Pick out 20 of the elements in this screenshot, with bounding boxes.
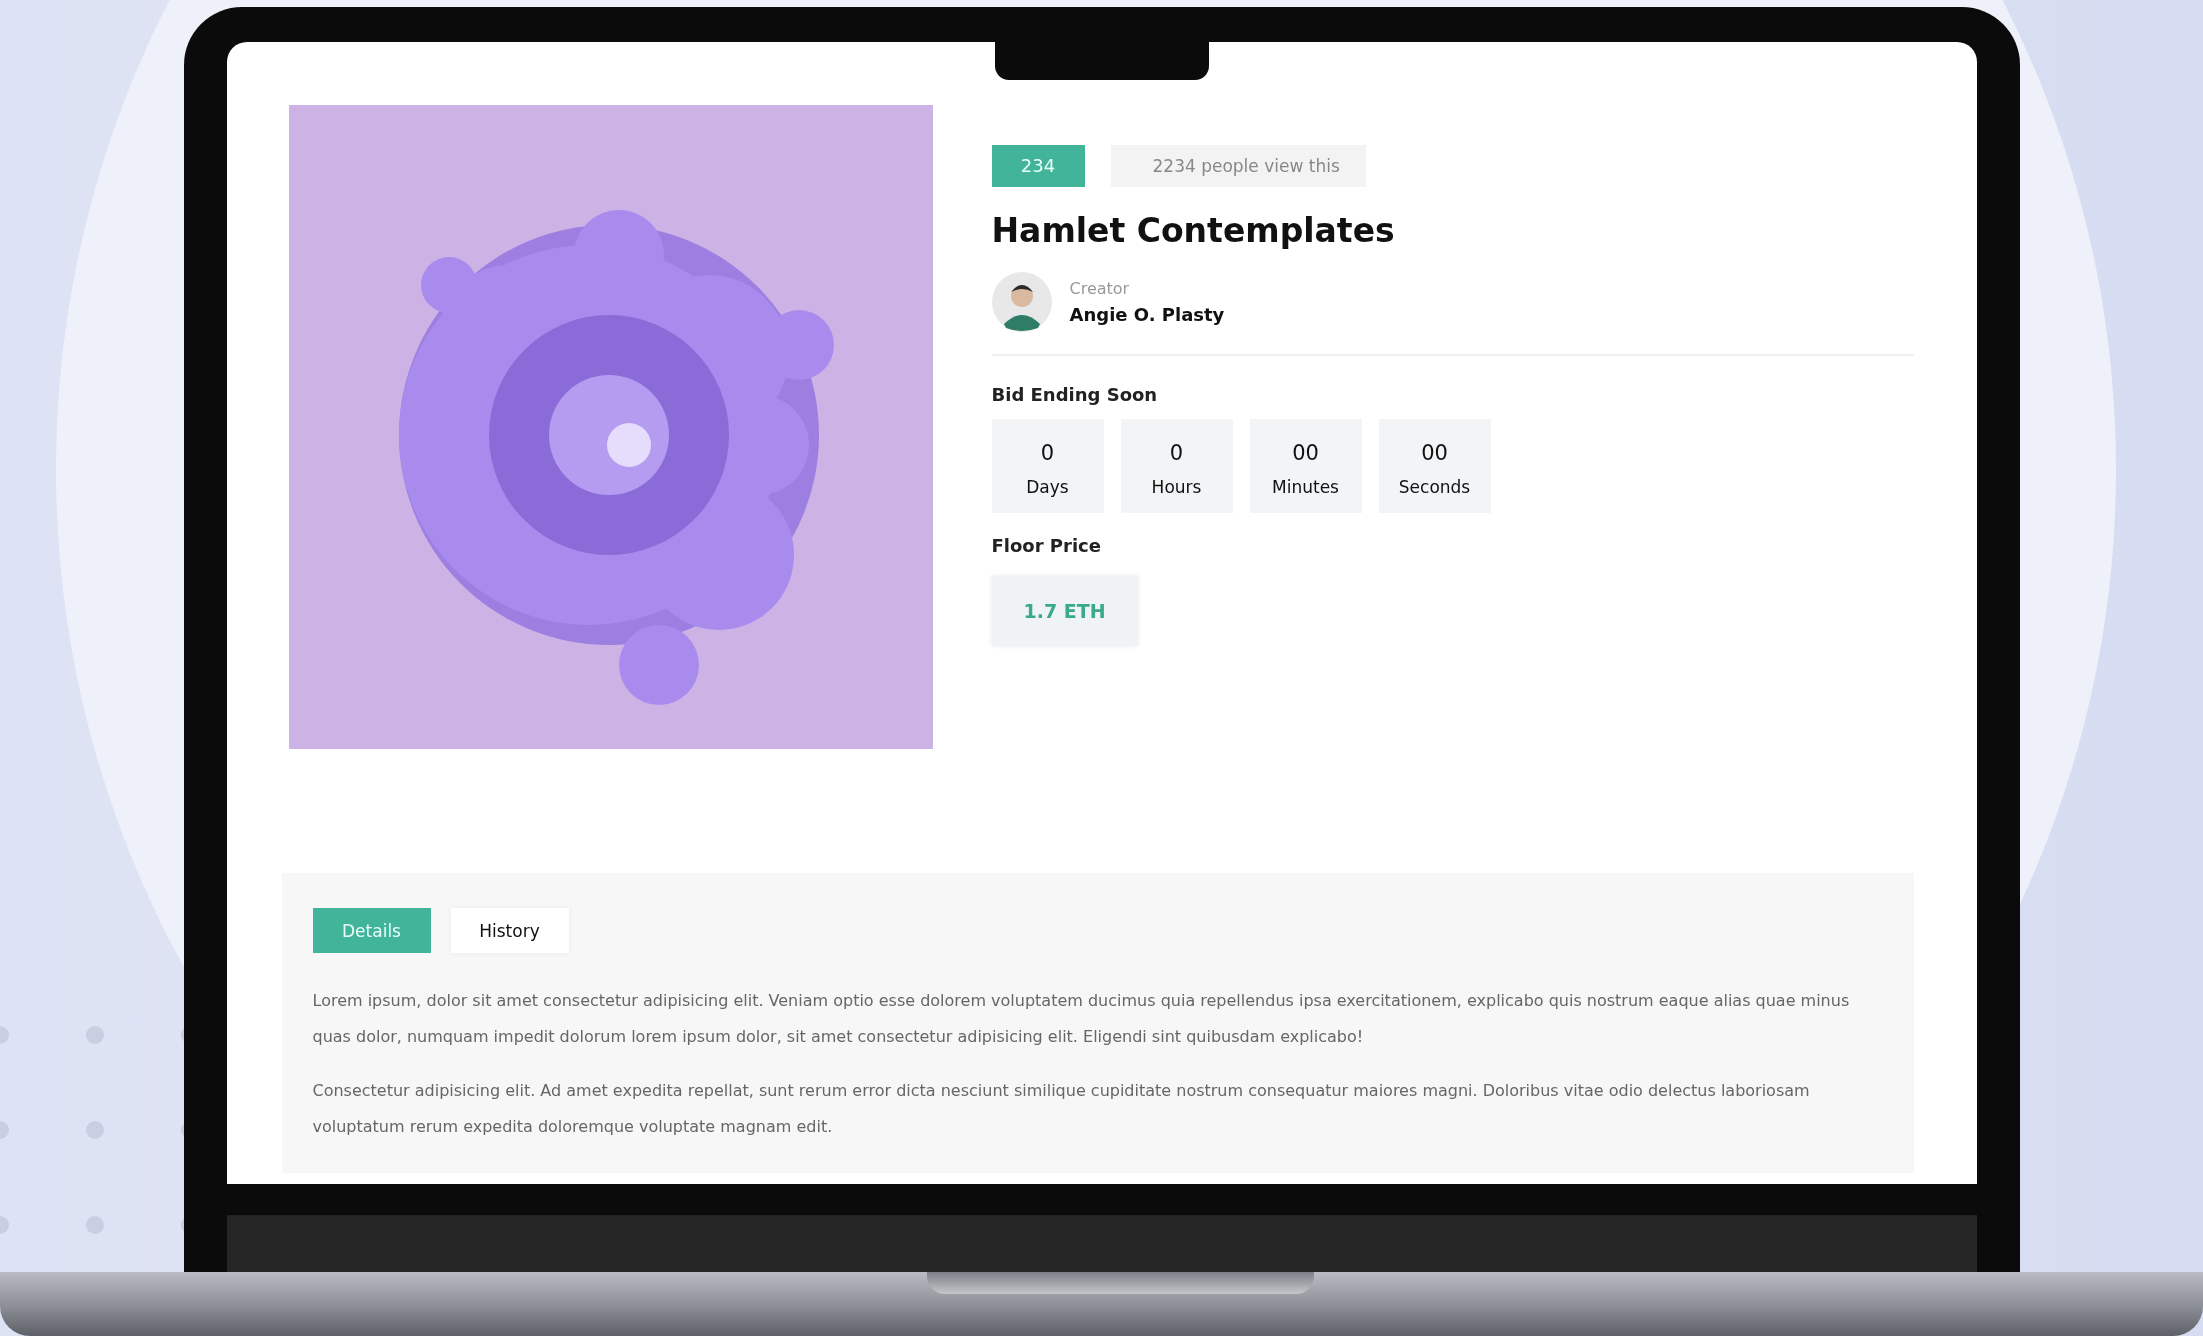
count-badge: 234 bbox=[991, 145, 1085, 187]
countdown-label: Hours bbox=[1151, 477, 1202, 497]
floor-price-value: 1.7 ETH bbox=[991, 576, 1138, 646]
creator-name: Angie O. Plasty bbox=[1069, 304, 1225, 325]
avatar-icon bbox=[991, 272, 1052, 332]
views-badge: 2234 people view this bbox=[1110, 145, 1366, 187]
tab[interactable]: History bbox=[450, 908, 569, 953]
countdown-value: 0 bbox=[1169, 441, 1184, 465]
countdown-label: Seconds bbox=[1398, 477, 1471, 497]
countdown-value: 0 bbox=[1040, 441, 1055, 465]
countdown-label: Days bbox=[1026, 477, 1069, 497]
creator-label: Creator bbox=[1069, 279, 1131, 298]
countdown-label: Minutes bbox=[1272, 477, 1339, 497]
countdown-value: 00 bbox=[1421, 441, 1448, 465]
countdown-heading: Bid Ending Soon bbox=[991, 384, 1158, 405]
description-paragraph: Lorem ipsum, dolor sit amet consectetur adipisicing elit. Veniam optio esse dolorem voluptatem ducimus quia repellendus ipsa exercitationem, explicabo quis nostrum eaque alias quae minus quas dolor, numquam impedit dolorum lorem ipsum dolor, sit amet consectetur adipisicing elit. Eligendi sint quibusdam explicabo! bbox=[312, 990, 1851, 1048]
floor-price-label: Floor Price bbox=[991, 535, 1101, 556]
item-title: Hamlet Contemplates bbox=[991, 211, 1395, 250]
description-paragraph: Consectetur adipisicing elit. Ad amet expedita repellat, sunt rerum error dicta nesciunt similique cupiditate nostrum consequatur maiores magni. Doloribus vitae odio delectus laboriosam voluptatum rerum expedita doloremque voluptate magnam edit. bbox=[312, 1080, 1811, 1138]
countdown-value: 00 bbox=[1292, 441, 1319, 465]
